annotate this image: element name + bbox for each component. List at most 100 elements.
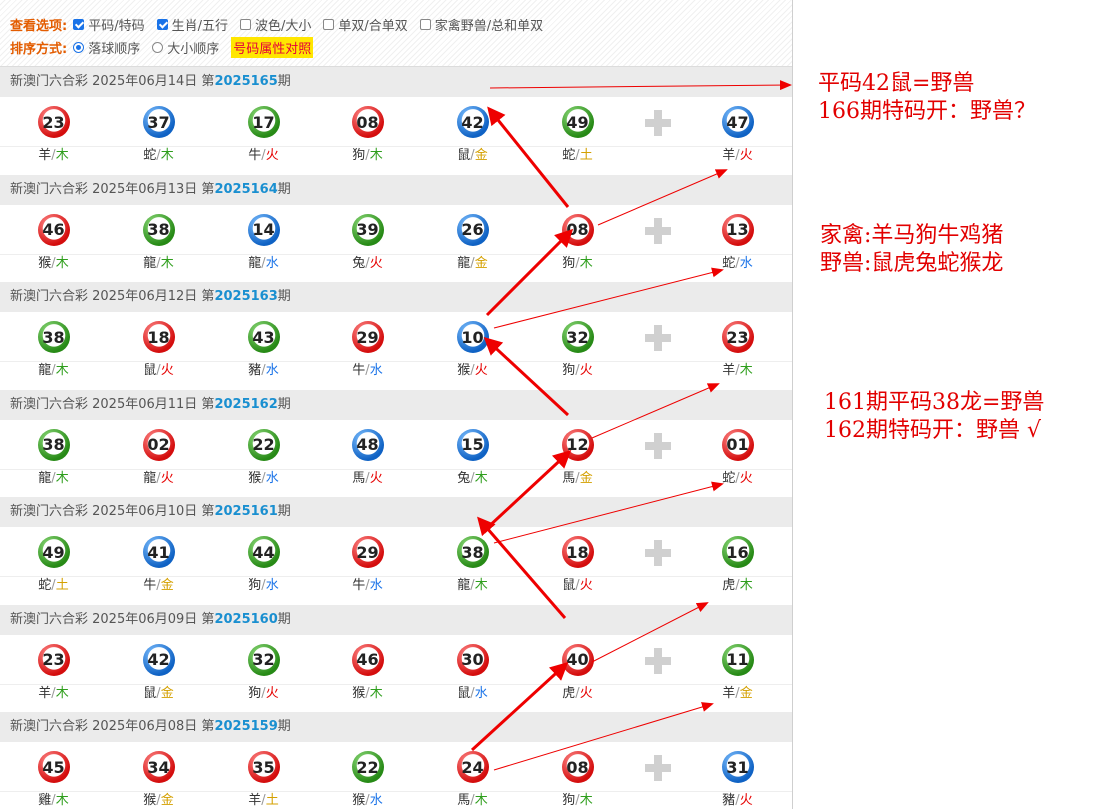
- element: 水: [265, 470, 279, 486]
- lottery-ball: 14: [247, 213, 280, 246]
- zodiac: 羊: [722, 363, 736, 378]
- attribute-chart-link[interactable]: 号码属性对照: [231, 37, 314, 58]
- normal-number-cell: 29 牛/水: [315, 536, 420, 595]
- checkbox-icon[interactable]: [239, 19, 251, 30]
- element: 火: [739, 470, 753, 486]
- zodiac-element: 龍/水: [211, 255, 316, 273]
- zodiac: 蛇: [722, 255, 736, 271]
- lottery-ball: 38: [142, 213, 175, 246]
- normal-number-cell: 02 龍/火: [106, 428, 211, 488]
- zodiac: 猴: [248, 470, 262, 486]
- draw-header: 新澳门六合彩 2025年06月11日 第2025162期: [0, 389, 792, 420]
- zodiac-element: 牛/火: [211, 147, 316, 165]
- draw-header: 新澳门六合彩 2025年06月10日 第2025161期: [0, 497, 792, 527]
- element: 金: [160, 685, 174, 701]
- option-zodiac-element[interactable]: 生肖/五行: [156, 15, 228, 34]
- zodiac: 龍: [38, 363, 52, 378]
- zodiac-element: 狗/木: [315, 147, 420, 165]
- normal-number-cell: 46 猴/木: [1, 213, 106, 273]
- zodiac-element: 蛇/土: [525, 147, 630, 165]
- normal-number-cell: 22 猴/水: [315, 751, 420, 809]
- lottery-ball: 23: [37, 643, 70, 676]
- lottery-ball: 48: [351, 428, 384, 461]
- issue-number: 2025162: [214, 396, 278, 412]
- element: 水: [265, 363, 279, 378]
- lottery-ball: 39: [351, 213, 384, 246]
- lottery-ball: 01: [721, 428, 754, 461]
- lottery-ball: 32: [561, 321, 594, 353]
- lottery-ball: 42: [456, 106, 489, 138]
- zodiac-element: 鼠/火: [525, 577, 630, 595]
- option-odd-even[interactable]: 单双/合单双: [323, 15, 408, 34]
- normal-number-cell: 38 龍/木: [106, 213, 211, 273]
- normal-number-cell: 49 蛇/土: [1, 536, 106, 595]
- zodiac: 羊: [38, 148, 52, 163]
- lottery-ball: 45: [37, 751, 70, 783]
- zodiac: 狗: [562, 255, 576, 271]
- zodiac-element: 鼠/火: [106, 362, 211, 380]
- sort-draw-order[interactable]: 落球顺序: [73, 38, 140, 57]
- radio-icon[interactable]: [73, 42, 85, 53]
- zodiac-element: 雞/木: [1, 792, 106, 809]
- checkbox-icon[interactable]: [323, 19, 335, 30]
- annotation-note-2: 家禽:羊马狗牛鸡猪 野兽:鼠虎兔蛇猴龙: [820, 223, 1004, 276]
- normal-number-cell: 26 龍/金: [420, 213, 525, 273]
- issue-number: 2025165: [214, 74, 278, 89]
- element: 木: [55, 363, 69, 378]
- element: 金: [739, 685, 753, 701]
- zodiac-element: 羊/木: [685, 362, 790, 380]
- lottery-ball: 22: [247, 428, 280, 461]
- lottery-ball: 17: [247, 106, 280, 138]
- zodiac: 狗: [248, 685, 262, 701]
- zodiac: 龍: [143, 470, 157, 486]
- lottery-ball: 12: [561, 428, 594, 461]
- zodiac: 豬: [722, 793, 736, 808]
- zodiac-element: 鼠/金: [106, 685, 211, 703]
- zodiac-element: 蛇/土: [1, 577, 106, 595]
- element: 金: [474, 148, 488, 163]
- zodiac: 牛: [143, 578, 157, 593]
- normal-number-cell: 22 猴/水: [211, 428, 316, 488]
- normal-number-cell: 37 蛇/木: [106, 106, 211, 165]
- normal-number-cell: 23 羊/木: [1, 643, 106, 703]
- zodiac: 馬: [352, 470, 366, 486]
- draw-header: 新澳门六合彩 2025年06月08日 第2025159期: [0, 712, 792, 742]
- element: 水: [369, 578, 383, 593]
- zodiac-element: 蛇/火: [685, 470, 790, 488]
- element: 木: [369, 148, 383, 163]
- element: 木: [579, 255, 593, 271]
- lottery-ball: 29: [351, 321, 384, 353]
- plus-icon: [605, 324, 710, 352]
- zodiac: 狗: [248, 578, 262, 593]
- checkbox-icon[interactable]: [156, 19, 168, 30]
- zodiac: 兔: [352, 255, 366, 271]
- option-poultry-beast[interactable]: 家禽野兽/总和单双: [419, 15, 543, 34]
- zodiac-element: 鼠/金: [420, 147, 525, 165]
- zodiac: 鼠: [457, 148, 471, 163]
- normal-number-cell: 44 狗/水: [211, 536, 316, 595]
- zodiac-element: 蛇/水: [685, 255, 790, 273]
- draw-header: 新澳门六合彩 2025年06月13日 第2025164期: [0, 174, 792, 205]
- option-normal-special[interactable]: 平码/特码: [73, 15, 145, 34]
- zodiac: 猴: [457, 363, 471, 378]
- lottery-ball: 15: [456, 428, 489, 461]
- element: 金: [160, 793, 174, 808]
- normal-number-cell: 46 猴/木: [315, 643, 420, 703]
- checkbox-icon[interactable]: [73, 19, 85, 30]
- zodiac-element: 牛/金: [106, 577, 211, 595]
- sort-size-order[interactable]: 大小顺序: [152, 38, 219, 57]
- option-color-size[interactable]: 波色/大小: [239, 15, 311, 34]
- zodiac-element: 龍/木: [1, 362, 106, 380]
- element: 火: [160, 363, 174, 378]
- zodiac-element: 猴/金: [106, 792, 211, 809]
- element: 火: [579, 363, 593, 378]
- normal-number-cell: 29 牛/水: [315, 321, 420, 380]
- element: 木: [739, 578, 753, 593]
- zodiac-element: 狗/木: [525, 255, 630, 273]
- element: 火: [579, 578, 593, 593]
- lottery-ball: 08: [561, 751, 594, 783]
- element: 木: [55, 255, 69, 271]
- zodiac: 牛: [248, 148, 262, 163]
- checkbox-icon[interactable]: [419, 19, 431, 30]
- radio-icon[interactable]: [152, 42, 164, 53]
